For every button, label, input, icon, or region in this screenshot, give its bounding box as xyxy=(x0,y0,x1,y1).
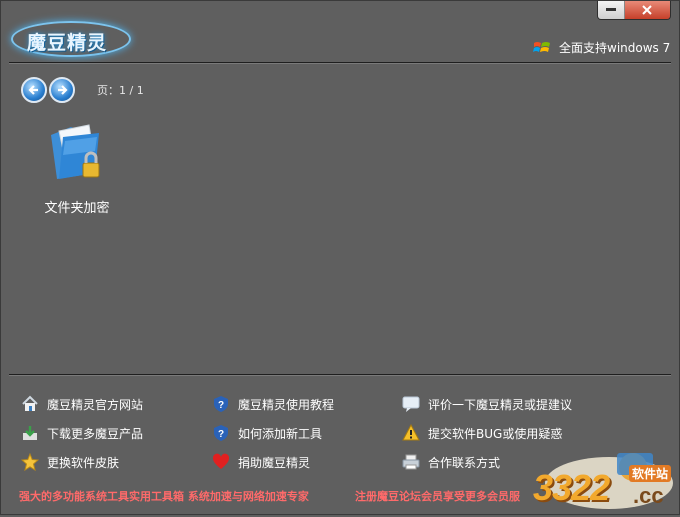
next-page-button[interactable] xyxy=(49,77,75,103)
pager-nav xyxy=(21,77,77,103)
link-tutorial[interactable]: ? 魔豆精灵使用教程 xyxy=(212,395,334,413)
link-label: 更换软件皮肤 xyxy=(47,455,120,470)
windows-logo-icon xyxy=(533,41,550,52)
slogan-left: 强大的多功能系统工具实用工具箱 系统加速与网络加速专家 xyxy=(19,490,309,503)
tool-label: 文件夹加密 xyxy=(44,201,110,216)
arrow-right-icon xyxy=(58,85,68,95)
home-icon xyxy=(21,395,39,413)
minimize-icon xyxy=(605,8,616,11)
close-icon xyxy=(642,5,653,15)
link-label: 魔豆精灵官方网站 xyxy=(47,397,144,412)
download-icon xyxy=(21,424,39,442)
link-label: 捐助魔豆精灵 xyxy=(238,455,311,470)
help-shield-icon: ? xyxy=(212,424,230,442)
win7-label: 全面支持windows 7 xyxy=(559,41,671,55)
link-download-products[interactable]: 下载更多魔豆产品 xyxy=(21,424,143,442)
logo-text: 魔豆精灵 xyxy=(27,32,108,54)
watermark-number: 3322 xyxy=(533,467,610,508)
close-button[interactable] xyxy=(624,1,670,19)
win7-support: 全面支持windows 7 xyxy=(533,39,670,56)
watermark-badge: 3322 .cc 软件站 xyxy=(529,453,679,513)
app-logo: 魔豆精灵 xyxy=(11,15,131,57)
link-label: 合作联系方式 xyxy=(428,455,501,470)
heart-icon xyxy=(212,453,230,471)
window-controls xyxy=(597,1,671,20)
link-donate[interactable]: 捐助魔豆精灵 xyxy=(212,453,310,471)
tool-folder-encrypt[interactable]: 文件夹加密 xyxy=(35,121,119,216)
link-label: 评价一下魔豆精灵或提建议 xyxy=(428,397,573,412)
svg-text:?: ? xyxy=(218,400,224,411)
page-indicator: 页：1 / 1 xyxy=(97,84,144,97)
link-official-site[interactable]: 魔豆精灵官方网站 xyxy=(21,395,143,413)
speech-bubble-icon xyxy=(402,395,420,413)
link-label: 下载更多魔豆产品 xyxy=(47,426,144,441)
minimize-button[interactable] xyxy=(598,1,625,19)
prev-page-button[interactable] xyxy=(21,77,47,103)
star-icon xyxy=(21,453,39,471)
main-window: 魔豆精灵 全面支持windows 7 页：1 / 1 文件夹加密 魔豆精灵官方网… xyxy=(0,0,680,515)
footer-divider xyxy=(9,374,671,376)
link-feedback[interactable]: 评价一下魔豆精灵或提建议 xyxy=(402,395,572,413)
printer-icon xyxy=(402,453,420,471)
slogan-right[interactable]: 注册魔豆论坛会员享受更多会员服 xyxy=(355,488,520,504)
link-report-bug[interactable]: 提交软件BUG或使用疑惑 xyxy=(402,424,562,442)
svg-text:?: ? xyxy=(218,429,224,440)
help-shield-icon: ? xyxy=(212,395,230,413)
watermark-tld: .cc xyxy=(633,483,664,508)
watermark-tag: 软件站 xyxy=(629,465,672,482)
locked-folder-icon xyxy=(45,121,109,185)
warning-icon xyxy=(402,424,420,442)
link-label: 提交软件BUG或使用疑惑 xyxy=(428,426,563,441)
header-divider xyxy=(9,62,671,64)
link-label: 魔豆精灵使用教程 xyxy=(238,397,335,412)
link-change-skin[interactable]: 更换软件皮肤 xyxy=(21,453,119,471)
link-label: 如何添加新工具 xyxy=(238,426,323,441)
arrow-left-icon xyxy=(28,85,38,95)
link-add-tool[interactable]: ? 如何添加新工具 xyxy=(212,424,322,442)
link-contact[interactable]: 合作联系方式 xyxy=(402,453,500,471)
